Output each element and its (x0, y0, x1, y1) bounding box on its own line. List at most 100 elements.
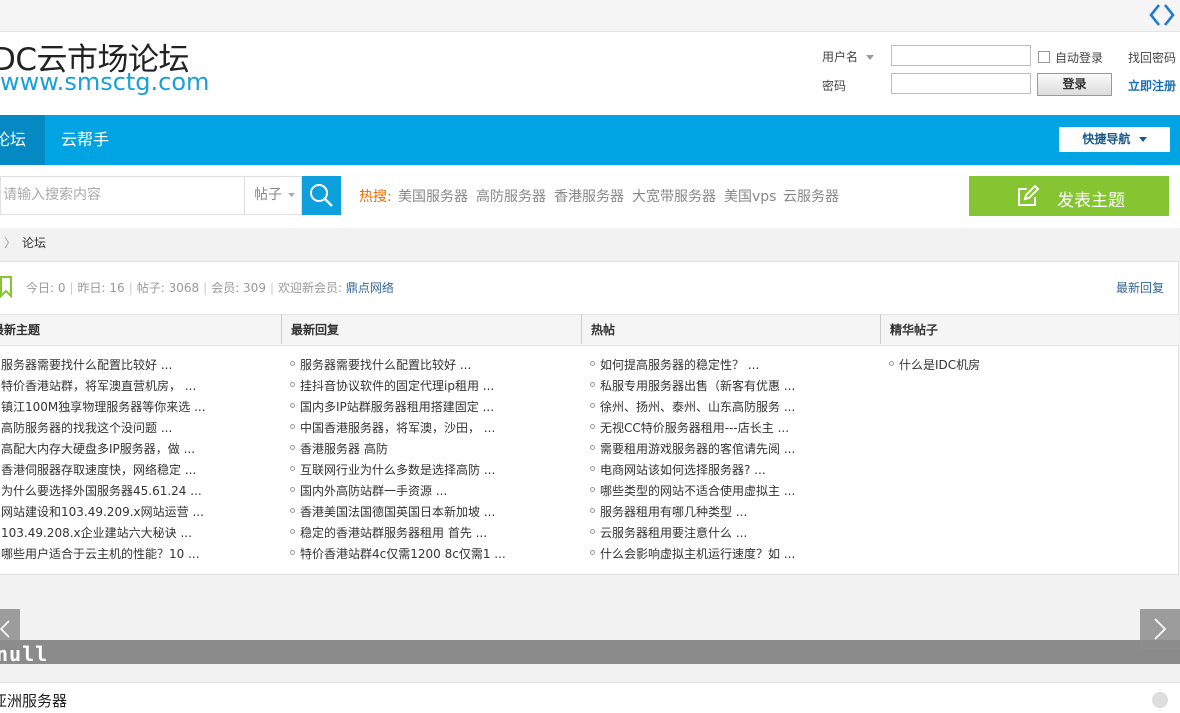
password-label: 密码 (822, 79, 847, 93)
nav-item-cloud-helper[interactable]: 云帮手 (61, 115, 109, 165)
list-item[interactable]: 私服专用服务器出售（新客有优惠 ... (590, 376, 795, 397)
list-item[interactable]: 为什么要选择外国服务器45.61.24 ... (0, 481, 206, 502)
list-item[interactable]: 哪些类型的网站不适合使用虚拟主 ... (590, 481, 795, 502)
slider-next-button[interactable] (1140, 609, 1180, 649)
hot-term-ddos-server[interactable]: 高防服务器 (476, 186, 546, 206)
username-input[interactable] (891, 45, 1031, 66)
recover-password-link[interactable]: 找回密码 (1128, 49, 1176, 66)
latest-reply-link[interactable]: 最新回复 (1116, 279, 1164, 296)
login-button[interactable]: 登录 (1037, 73, 1112, 96)
hot-term-hk-server[interactable]: 香港服务器 (554, 186, 624, 206)
stat-members: 会员: 309 (211, 281, 266, 295)
list-item-text: 哪些类型的网站不适合使用虚拟主 ... (600, 484, 796, 498)
list-item[interactable]: 什么是IDC机房 (889, 355, 980, 376)
auto-login-checkbox[interactable] (1038, 51, 1050, 63)
list-item-text: 网站建设和103.49.209.x网站运营 ... (1, 505, 204, 519)
list-item-text: 国内多IP站群服务器租用搭建固定 ... (300, 400, 495, 414)
list-item-text: 国内外高防站群一手资源 ... (300, 484, 448, 498)
bullet-icon (290, 487, 295, 492)
bullet-icon (590, 508, 595, 513)
bullet-icon (290, 529, 295, 534)
slider-prev-button[interactable] (0, 609, 20, 649)
bullet-icon (590, 403, 595, 408)
list-item[interactable]: 什么会影响虚拟主机运行速度？如 ... (590, 544, 795, 565)
list-item-text: 镇江100M独享物理服务器等你来选 ... (1, 400, 206, 414)
password-input[interactable] (891, 73, 1031, 94)
list-item[interactable]: 镇江100M独享物理服务器等你来选 ... (0, 397, 206, 418)
search-input[interactable]: 请输入搜索内容 (0, 176, 244, 215)
featured-posts-list: 什么是IDC机房 (889, 355, 980, 376)
breadcrumb: 〉论坛 (4, 234, 46, 251)
list-item[interactable]: 需要租用游戏服务器的客倌请先阅 ... (590, 439, 795, 460)
list-item[interactable]: 电商网站该如何选择服务器? ... (590, 460, 795, 481)
latest-replies-list: 服务器需要找什么配置比较好 ... 挂抖音协议软件的固定代理ip租用 ... 国… (290, 355, 506, 565)
nav-item-forum[interactable]: 论坛 (0, 115, 45, 165)
list-item[interactable]: 服务器租用有哪几种类型 ... (590, 502, 795, 523)
hot-term-us-vps[interactable]: 美国vps (724, 186, 776, 206)
list-item-text: 特价香港站群，将军澳直营机房， ... (1, 379, 197, 393)
list-item[interactable]: 香港服务器 高防 (290, 439, 506, 460)
list-item[interactable]: 服务器需要找什么配置比较好 ... (0, 355, 206, 376)
main-nav (0, 115, 1180, 165)
caret-down-icon (865, 54, 874, 60)
bullet-icon (290, 550, 295, 555)
post-topic-button[interactable]: 发表主题 (969, 176, 1169, 216)
list-item[interactable]: 挂抖音协议软件的固定代理ip租用 ... (290, 376, 506, 397)
bullet-icon (290, 508, 295, 513)
list-item[interactable]: 服务器需要找什么配置比较好 ... (290, 355, 506, 376)
list-item-text: 服务器租用有哪几种类型 ... (600, 505, 748, 519)
search-type-select[interactable]: 帖子 (244, 176, 302, 215)
list-item[interactable]: 特价香港站群4c仅需1200 8c仅需1 ... (290, 544, 506, 565)
slider-caption-bar (0, 640, 1180, 664)
list-item[interactable]: 哪些用户适合于云主机的性能？10 ... (0, 544, 206, 565)
breadcrumb-forum[interactable]: 论坛 (22, 236, 46, 250)
list-item[interactable]: 特价香港站群，将军澳直营机房， ... (0, 376, 206, 397)
list-item[interactable]: 徐州、扬州、泰州、山东高防服务 ... (590, 397, 795, 418)
list-item-text: 稳定的香港站群服务器租用 首先 ... (300, 526, 488, 540)
caret-down-icon (1138, 136, 1147, 142)
list-item-text: 需要租用游戏服务器的客倌请先阅 ... (600, 442, 796, 456)
column-divider (581, 314, 582, 344)
list-item[interactable]: 如何提高服务器的稳定性？ ... (590, 355, 795, 376)
list-item[interactable]: 网站建设和103.49.209.x网站运营 ... (0, 502, 206, 523)
list-item-text: 电商网站该如何选择服务器? ... (600, 463, 766, 477)
list-item[interactable]: 高配大内存大硬盘多IP服务器，做 ... (0, 439, 206, 460)
bullet-icon (290, 445, 295, 450)
hot-term-bandwidth-server[interactable]: 大宽带服务器 (632, 186, 716, 206)
code-brackets-icon[interactable] (1148, 1, 1176, 29)
list-item[interactable]: 国内多IP站群服务器租用搭建固定 ... (290, 397, 506, 418)
list-item[interactable]: 高防服务器的找我这个没问题 ... (0, 418, 206, 439)
hot-term-us-server[interactable]: 美国服务器 (398, 186, 468, 206)
list-item-text: 云服务器租用要注意什么 ... (600, 526, 748, 540)
list-item[interactable]: 无视CC特价服务器租用---店长主 ... (590, 418, 795, 439)
list-item[interactable]: 香港美国法国德国英国日本新加坡 ... (290, 502, 506, 523)
list-item[interactable]: 香港伺服器存取速度快，网络稳定 ... (0, 460, 206, 481)
hot-posts-list: 如何提高服务器的稳定性？ ... 私服专用服务器出售（新客有优惠 ... 徐州、… (590, 355, 795, 565)
edit-icon (1018, 184, 1040, 206)
list-item-text: 什么是IDC机房 (899, 358, 981, 372)
list-item[interactable]: 云服务器租用要注意什么 ... (590, 523, 795, 544)
list-item[interactable]: 稳定的香港站群服务器租用 首先 ... (290, 523, 506, 544)
username-label: 用户名 (822, 50, 859, 64)
register-link[interactable]: 立即注册 (1128, 77, 1176, 94)
site-logo-url[interactable]: www.smsctg.com (0, 68, 209, 96)
list-item-text: 服务器需要找什么配置比较好 ... (1, 358, 173, 372)
hot-term-cloud-server[interactable]: 云服务器 (783, 186, 839, 206)
username-type-select[interactable]: 用户名 (822, 48, 874, 65)
collapse-toggle-icon[interactable] (1152, 692, 1168, 708)
list-item[interactable]: 中国香港服务器，将军澳，沙田， ... (290, 418, 506, 439)
stat-today: 今日: 0 (26, 281, 66, 295)
chevron-right-icon (1154, 618, 1167, 640)
list-item[interactable]: 互联网行业为什么多数是选择高防 ... (290, 460, 506, 481)
magnifier-icon (310, 184, 333, 207)
list-item-text: 香港美国法国德国英国日本新加坡 ... (300, 505, 496, 519)
search-button[interactable] (302, 176, 341, 215)
latest-topics-list: 服务器需要找什么配置比较好 ... 特价香港站群，将军澳直营机房， ... 镇江… (0, 355, 206, 565)
list-item[interactable]: 国内外高防站群一手资源 ... (290, 481, 506, 502)
column-divider (281, 314, 282, 344)
list-item[interactable]: 103.49.208.x企业建站六大秘诀 ... (0, 523, 206, 544)
column-divider (880, 314, 881, 344)
quick-nav-button[interactable]: 快捷导航 (1059, 127, 1170, 152)
post-topic-label: 发表主题 (1057, 191, 1125, 211)
new-member-link[interactable]: 鼎点网络 (346, 281, 394, 295)
